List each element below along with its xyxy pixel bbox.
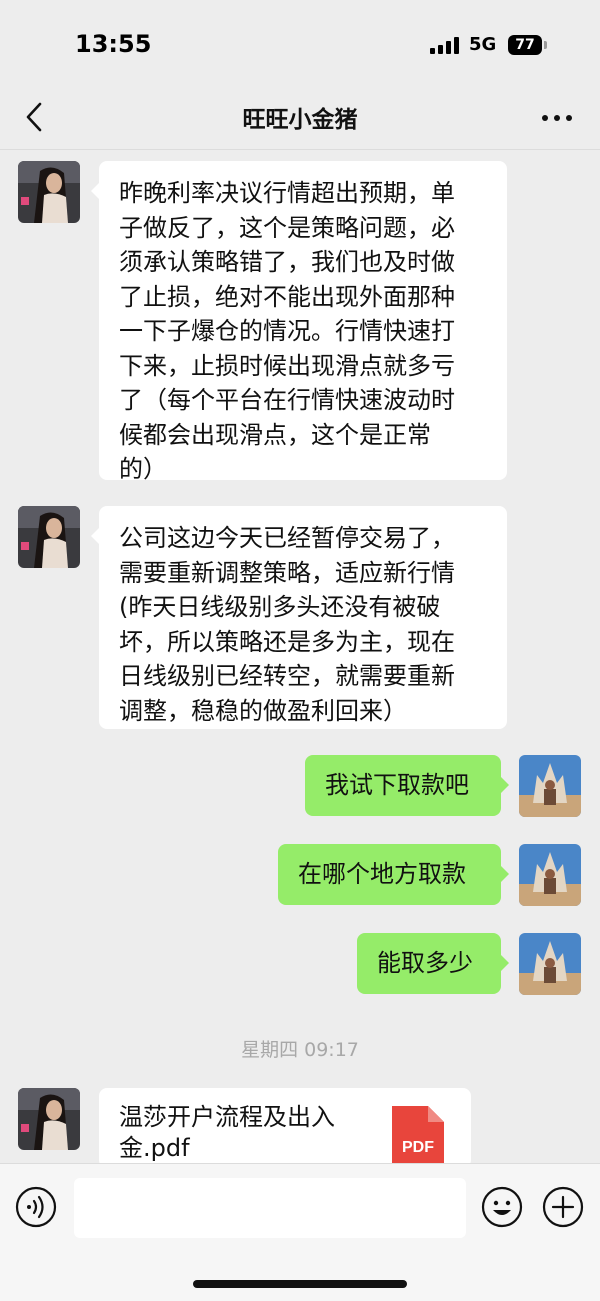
contact-avatar[interactable] (18, 161, 80, 223)
pdf-badge: PDF (402, 1139, 434, 1156)
sent-message[interactable]: 能取多少 (357, 933, 509, 994)
signal-icon (430, 36, 462, 54)
voice-button[interactable] (15, 1186, 57, 1228)
emoji-icon (481, 1186, 523, 1228)
user-avatar-image (519, 755, 581, 817)
emoji-button[interactable] (481, 1186, 523, 1228)
voice-icon (15, 1186, 57, 1228)
contact-avatar[interactable] (18, 1088, 80, 1150)
received-message[interactable]: 公司这边今天已经暂停交易了， 需要重新调整策略，适应新行情 (昨天日线级别多头还… (91, 506, 507, 729)
contact-avatar-image (18, 161, 80, 223)
status-time: 13:55 (75, 30, 152, 58)
user-avatar[interactable] (519, 844, 581, 906)
received-message[interactable]: 昨晚利率决议行情超出预期，单 子做反了，这个是策略问题，必 须承认策略错了，我们… (91, 161, 507, 483)
plus-icon (542, 1186, 584, 1228)
ellipsis-icon (542, 115, 572, 121)
network-type: 5G (469, 34, 497, 55)
input-bar (0, 1163, 600, 1301)
user-avatar-image (519, 844, 581, 906)
status-bar: 13:55 5G 77 (0, 0, 600, 90)
contact-avatar-image (18, 506, 80, 568)
file-name: 温莎开户流程及出入 金.pdf (119, 1103, 335, 1162)
battery-icon: 77 (508, 35, 542, 55)
more-button[interactable] (536, 100, 580, 136)
plus-button[interactable] (542, 1186, 584, 1228)
chat-title: 旺旺小金猪 (242, 107, 358, 133)
battery-tip (544, 41, 547, 49)
user-avatar-image (519, 933, 581, 995)
user-avatar[interactable] (519, 933, 581, 995)
home-indicator (193, 1280, 407, 1288)
battery-level: 77 (515, 37, 535, 53)
sent-message[interactable]: 在哪个地方取款 (278, 844, 509, 905)
sent-message[interactable]: 我试下取款吧 (305, 755, 509, 816)
message-input[interactable] (74, 1178, 466, 1238)
pdf-file-icon: PDF (392, 1106, 444, 1168)
file-message-card[interactable]: 温莎开户流程及出入 金.pdf PDF (99, 1088, 471, 1168)
user-avatar[interactable] (519, 755, 581, 817)
contact-avatar-image (18, 1088, 80, 1150)
contact-avatar[interactable] (18, 506, 80, 568)
chat-header: 旺旺小金猪 (0, 90, 600, 150)
message-timestamp: 星期四 09:17 (241, 1039, 359, 1061)
